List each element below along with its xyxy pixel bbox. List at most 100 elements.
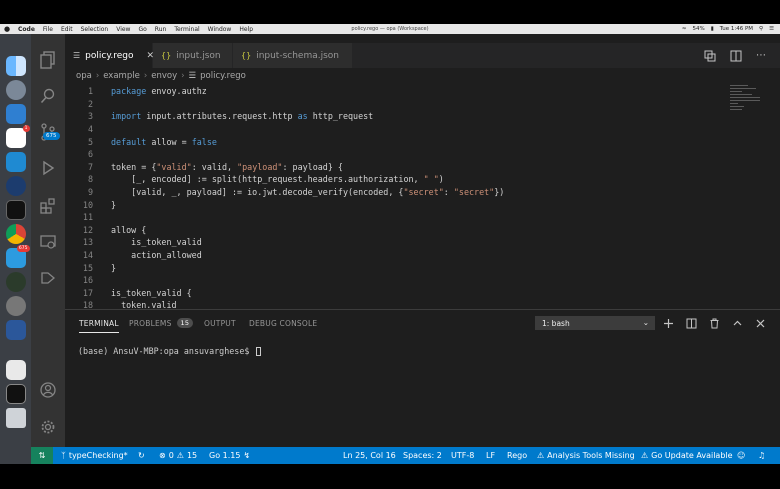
code-token: allow =	[146, 136, 192, 147]
remote-indicator[interactable]: ⇅	[31, 447, 53, 464]
split-terminal-icon[interactable]	[686, 318, 697, 329]
chrome-app-icon[interactable]	[5, 224, 26, 244]
control-center-icon[interactable]: ☰	[769, 26, 774, 32]
menu-selection[interactable]: Selection	[77, 26, 113, 33]
indentation[interactable]: Spaces: 2	[403, 447, 442, 464]
code-line[interactable]: 14 action_allowed	[65, 249, 725, 262]
extensions-icon[interactable]	[38, 196, 58, 216]
menu-view[interactable]: View	[112, 26, 134, 33]
code-line[interactable]: 6	[65, 148, 725, 161]
code-token: }	[111, 199, 117, 210]
editor-actions: ⋯	[704, 43, 780, 68]
code-line[interactable]: 5 default allow = false	[65, 135, 725, 148]
remote-explorer-icon[interactable]	[38, 232, 58, 252]
terminal-output[interactable]: (base) AnsuV-MBP:opa ansuvarghese$	[78, 346, 262, 356]
close-icon[interactable]	[755, 318, 766, 329]
more-actions-icon[interactable]: ⋯	[756, 50, 766, 61]
breadcrumb-item[interactable]: example	[103, 71, 140, 81]
end-of-line[interactable]: LF	[486, 447, 495, 464]
analysis-tools-warning[interactable]: ⚠ Analysis Tools Missing	[537, 447, 635, 464]
apple-logo-icon[interactable]: ●	[0, 25, 14, 33]
open-changes-icon[interactable]	[704, 50, 716, 62]
code-line[interactable]: 3 import input.attributes.request.http as…	[65, 110, 725, 123]
cursor-position[interactable]: Ln 25, Col 16	[343, 447, 396, 464]
terminal-app-icon[interactable]	[5, 200, 26, 220]
sync-indicator[interactable]: ↻	[138, 447, 145, 464]
sourcetree-app-icon[interactable]	[5, 104, 26, 124]
tab-debug-console[interactable]: DEBUG CONSOLE	[249, 310, 317, 336]
notifications[interactable]: ♫	[758, 447, 765, 464]
menu-run[interactable]: Run	[151, 26, 171, 33]
code-line[interactable]: 15}	[65, 261, 725, 274]
code-line[interactable]: 13 is_token_valid	[65, 236, 725, 249]
menu-code[interactable]: Code	[14, 26, 39, 33]
tab-terminal[interactable]: TERMINAL	[79, 310, 119, 336]
run-debug-icon[interactable]	[38, 158, 58, 178]
menu-window[interactable]: Window	[204, 26, 236, 33]
line-number: 14	[82, 250, 93, 261]
code-line[interactable]: 2	[65, 98, 725, 111]
app-icon-dark[interactable]	[5, 272, 26, 292]
code-line[interactable]: 8 [_, encoded] := split(http_request.hea…	[65, 173, 725, 186]
slack-app-icon[interactable]: 1	[5, 125, 30, 148]
code-editor[interactable]: 1 package envoy.authz 2 3 import input.attri…	[65, 85, 725, 310]
spotlight-icon[interactable]: ⚲	[759, 26, 763, 32]
code-line[interactable]: 17 is_token_valid {	[65, 287, 725, 300]
tab-policy-rego[interactable]: ☰ policy.rego ✕	[65, 43, 154, 68]
plus-icon[interactable]	[663, 318, 674, 329]
go-version[interactable]: Go 1.15 ↯	[209, 447, 250, 464]
code-line[interactable]: 7 token = {"valid": valid, "payload": pay…	[65, 161, 725, 174]
code-line[interactable]: 1 package envoy.authz	[65, 85, 725, 98]
tab-problems[interactable]: PROBLEMS 15	[129, 310, 194, 336]
code-line[interactable]: 10}	[65, 198, 725, 211]
preview-app-icon[interactable]	[5, 360, 26, 380]
trash-icon[interactable]	[5, 408, 26, 428]
vscode-app-icon[interactable]	[5, 152, 26, 172]
settings-gear-icon[interactable]	[38, 417, 58, 437]
search-icon[interactable]	[38, 86, 58, 106]
feedback[interactable]: ☺	[737, 447, 745, 464]
encoding[interactable]: UTF-8	[451, 447, 474, 464]
branch-indicator[interactable]: ᛉ typeChecking*	[61, 447, 128, 464]
minimap[interactable]	[730, 85, 762, 125]
code-line[interactable]: 9 [valid, _, payload] := io.jwt.decode_v…	[65, 186, 725, 199]
menu-terminal[interactable]: Terminal	[170, 26, 203, 33]
tab-input-json[interactable]: {} input.json	[153, 43, 233, 68]
code-line[interactable]: 12 allow {	[65, 224, 725, 237]
window-app-icon[interactable]	[5, 384, 26, 404]
code-line[interactable]: 4	[65, 123, 725, 136]
breadcrumb-item[interactable]: opa	[76, 71, 92, 81]
finder-app-icon[interactable]	[5, 56, 26, 76]
go-update[interactable]: ⚠ Go Update Available	[641, 447, 733, 464]
settings-app-icon[interactable]	[5, 296, 26, 316]
clock[interactable]: Tue 1:46 PM	[720, 26, 753, 32]
breadcrumb-item[interactable]: envoy	[151, 71, 177, 81]
launchpad-app-icon[interactable]	[5, 80, 26, 100]
code-line[interactable]: 16	[65, 274, 725, 287]
extension-panel-icon[interactable]	[38, 268, 58, 288]
language-mode[interactable]: Rego	[507, 447, 527, 464]
problems-indicator[interactable]: ⊗ 0 ⚠ 15	[159, 447, 197, 464]
trash-icon[interactable]	[709, 318, 720, 329]
word-app-icon[interactable]	[5, 320, 26, 340]
menu-help[interactable]: Help	[235, 26, 257, 33]
accounts-icon[interactable]	[38, 380, 58, 400]
battery-icon[interactable]: ▮	[711, 26, 714, 32]
menu-edit[interactable]: Edit	[57, 26, 77, 33]
tab-input-schema-json[interactable]: {} input-schema.json	[233, 43, 353, 68]
breadcrumb: opa › example › envoy › ☰ policy.rego	[65, 68, 780, 84]
tab-output[interactable]: OUTPUT	[204, 310, 236, 336]
terminal-select[interactable]: 1: bash ⌄	[535, 316, 655, 330]
line-number: 3	[87, 111, 93, 122]
photoshop-app-icon[interactable]: 675	[5, 245, 30, 268]
split-editor-icon[interactable]	[730, 50, 742, 62]
code-line[interactable]: 11	[65, 211, 725, 224]
menu-go[interactable]: Go	[134, 26, 150, 33]
breadcrumb-item[interactable]: policy.rego	[200, 71, 246, 81]
menu-file[interactable]: File	[39, 26, 57, 33]
quicktime-app-icon[interactable]	[5, 176, 26, 196]
code-token: input.attributes.request.http	[141, 111, 298, 122]
explorer-icon[interactable]	[38, 50, 58, 70]
chevron-up-icon[interactable]	[732, 318, 743, 329]
wifi-icon[interactable]: ≈	[682, 26, 687, 32]
